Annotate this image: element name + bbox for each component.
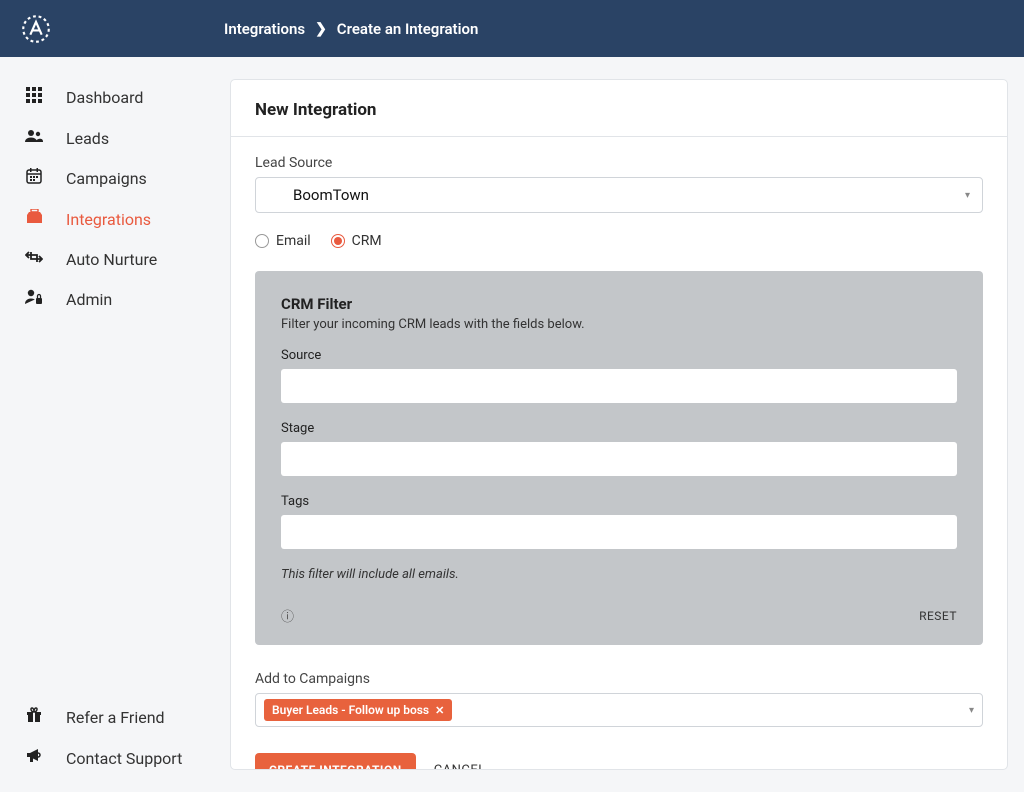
campaign-tag-label: Buyer Leads - Follow up boss (272, 703, 429, 717)
integration-form-card: New Integration Lead Source BoomTown ▾ E… (230, 79, 1008, 770)
chevron-down-icon: ▾ (969, 705, 974, 716)
calendar-icon (22, 168, 46, 189)
crm-filter-desc: Filter your incoming CRM leads with the … (281, 317, 957, 332)
crm-filter-title: CRM Filter (281, 295, 957, 313)
sidebar-item-dashboard[interactable]: Dashboard (0, 77, 222, 118)
sidebar-item-label: Dashboard (66, 88, 143, 107)
app-logo-icon (18, 11, 54, 47)
sidebar-item-admin[interactable]: Admin (0, 279, 222, 320)
bullhorn-icon (22, 748, 46, 768)
sidebar-item-label: Admin (66, 290, 112, 309)
users-icon (22, 128, 46, 148)
app-header: Integrations ❯ Create an Integration (0, 0, 1024, 57)
sidebar-item-refer[interactable]: Refer a Friend (0, 697, 222, 738)
radio-icon (331, 234, 345, 248)
sidebar-item-label: Auto Nurture (66, 250, 157, 269)
sidebar-item-leads[interactable]: Leads (0, 118, 222, 158)
radio-email[interactable]: Email (255, 233, 311, 249)
toolbox-icon (22, 209, 46, 229)
breadcrumb-parent[interactable]: Integrations (224, 20, 305, 38)
sidebar-item-label: Integrations (66, 210, 151, 229)
filter-note: This filter will include all emails. (281, 567, 957, 582)
filter-tags-label: Tags (281, 494, 957, 509)
sidebar-item-integrations[interactable]: Integrations (0, 199, 222, 239)
lead-source-value: BoomTown (268, 186, 369, 204)
chevron-down-icon: ▾ (965, 190, 970, 201)
radio-label: Email (276, 233, 311, 249)
help-icon[interactable]: ⓘ (281, 606, 294, 625)
lead-source-select[interactable]: BoomTown ▾ (255, 177, 983, 213)
crm-filter-panel: CRM Filter Filter your incoming CRM lead… (255, 271, 983, 645)
sidebar-item-campaigns[interactable]: Campaigns (0, 158, 222, 199)
user-lock-icon (22, 289, 46, 310)
filter-stage-input[interactable] (281, 442, 957, 476)
retweet-icon (22, 249, 46, 269)
remove-tag-icon[interactable]: ✕ (435, 704, 444, 717)
filter-stage-label: Stage (281, 421, 957, 436)
filter-source-label: Source (281, 348, 957, 363)
radio-crm[interactable]: CRM (331, 233, 382, 249)
sidebar-item-label: Refer a Friend (66, 708, 165, 727)
sidebar-item-label: Contact Support (66, 749, 182, 768)
chevron-right-icon: ❯ (315, 21, 327, 37)
sidebar-item-label: Campaigns (66, 169, 147, 188)
sidebar-item-support[interactable]: Contact Support (0, 738, 222, 778)
create-integration-button[interactable]: CREATE INTEGRATION (255, 753, 416, 769)
campaigns-label: Add to Campaigns (255, 671, 983, 687)
sidebar-item-label: Leads (66, 129, 109, 148)
gift-icon (22, 707, 46, 728)
breadcrumb: Integrations ❯ Create an Integration (224, 20, 478, 38)
breadcrumb-current: Create an Integration (337, 20, 479, 38)
campaigns-select[interactable]: Buyer Leads - Follow up boss ✕ ▾ (255, 693, 983, 727)
lead-source-label: Lead Source (255, 155, 983, 171)
cancel-button[interactable]: CANCEL (434, 763, 486, 770)
radio-label: CRM (352, 233, 382, 249)
radio-icon (255, 234, 269, 248)
campaign-tag: Buyer Leads - Follow up boss ✕ (264, 699, 452, 721)
reset-button[interactable]: RESET (919, 609, 957, 623)
sidebar-item-auto-nurture[interactable]: Auto Nurture (0, 239, 222, 279)
grid-icon (22, 87, 46, 108)
page-title: New Integration (231, 80, 1007, 137)
filter-tags-input[interactable] (281, 515, 957, 549)
sidebar: Dashboard Leads Campaigns Integrations (0, 57, 222, 792)
filter-source-input[interactable] (281, 369, 957, 403)
